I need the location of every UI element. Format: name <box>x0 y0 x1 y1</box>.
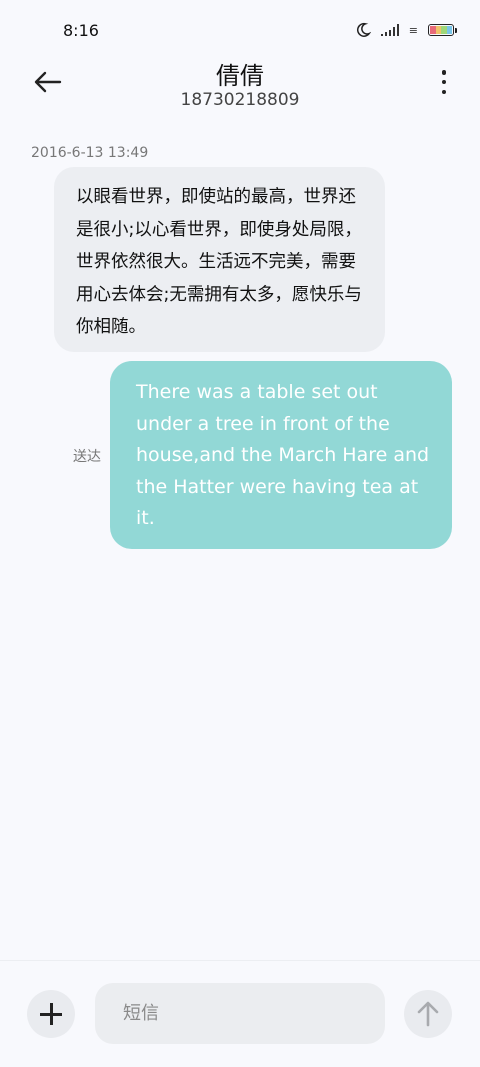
add-attachment-button[interactable] <box>27 990 75 1038</box>
status-time: 8:16 <box>63 21 99 40</box>
status-bar: 8:16 ≡ <box>0 0 480 62</box>
incoming-message-bubble[interactable]: 以眼看世界，即使站的最高，世界还是很小;以心看世界，即使身处局限，世界依然很大。… <box>54 167 385 352</box>
message-timestamp: 2016-6-13 13:49 <box>31 145 149 161</box>
more-options-button[interactable] <box>438 70 450 94</box>
signal-strength-icon <box>380 24 399 36</box>
battery-segment <box>446 26 452 34</box>
message-input[interactable]: 短信 <box>95 983 385 1044</box>
outgoing-message-bubble[interactable]: There was a table set out under a tree i… <box>110 361 452 549</box>
status-icons: ≡ <box>355 22 457 38</box>
contact-name: 倩倩 <box>216 62 264 90</box>
delivery-status: 送达 <box>73 449 101 465</box>
contact-phone-number: 18730218809 <box>180 90 300 110</box>
composer-bar: 短信 <box>0 960 480 1067</box>
more-vertical-icon-dot <box>441 89 447 94</box>
more-vertical-icon-dot <box>441 79 447 85</box>
do-not-disturb-moon-icon <box>356 22 371 37</box>
send-button[interactable] <box>404 990 452 1038</box>
battery-icon <box>428 24 457 36</box>
network-indicator: ≡ <box>408 23 418 37</box>
arrow-up-icon <box>417 1001 439 1027</box>
more-vertical-icon-dot <box>441 70 447 75</box>
